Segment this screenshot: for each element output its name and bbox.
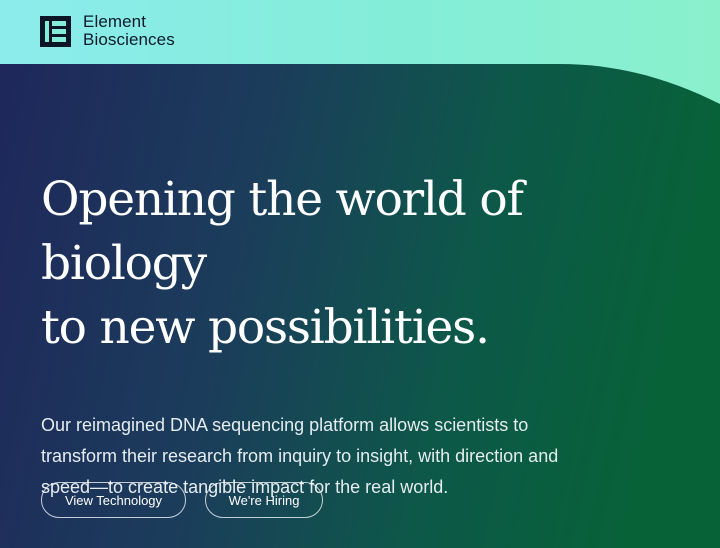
brand-name[interactable]: Element Biosciences — [83, 13, 175, 49]
view-technology-button[interactable]: View Technology — [41, 482, 186, 518]
hero-actions: View Technology We're Hiring — [41, 482, 323, 518]
brand-line-1: Element — [83, 12, 147, 31]
hero-content: Opening the world of biology to new poss… — [41, 168, 701, 503]
headline-line-2: to new possibilities. — [41, 300, 490, 355]
brand-line-2: Biosciences — [83, 30, 175, 49]
hero-headline: Opening the world of biology to new poss… — [41, 168, 701, 360]
element-logo-icon[interactable] — [40, 15, 71, 47]
were-hiring-button[interactable]: We're Hiring — [205, 482, 323, 518]
site-header: Element Biosciences — [40, 12, 175, 50]
headline-line-1: Opening the world of biology — [41, 172, 524, 291]
